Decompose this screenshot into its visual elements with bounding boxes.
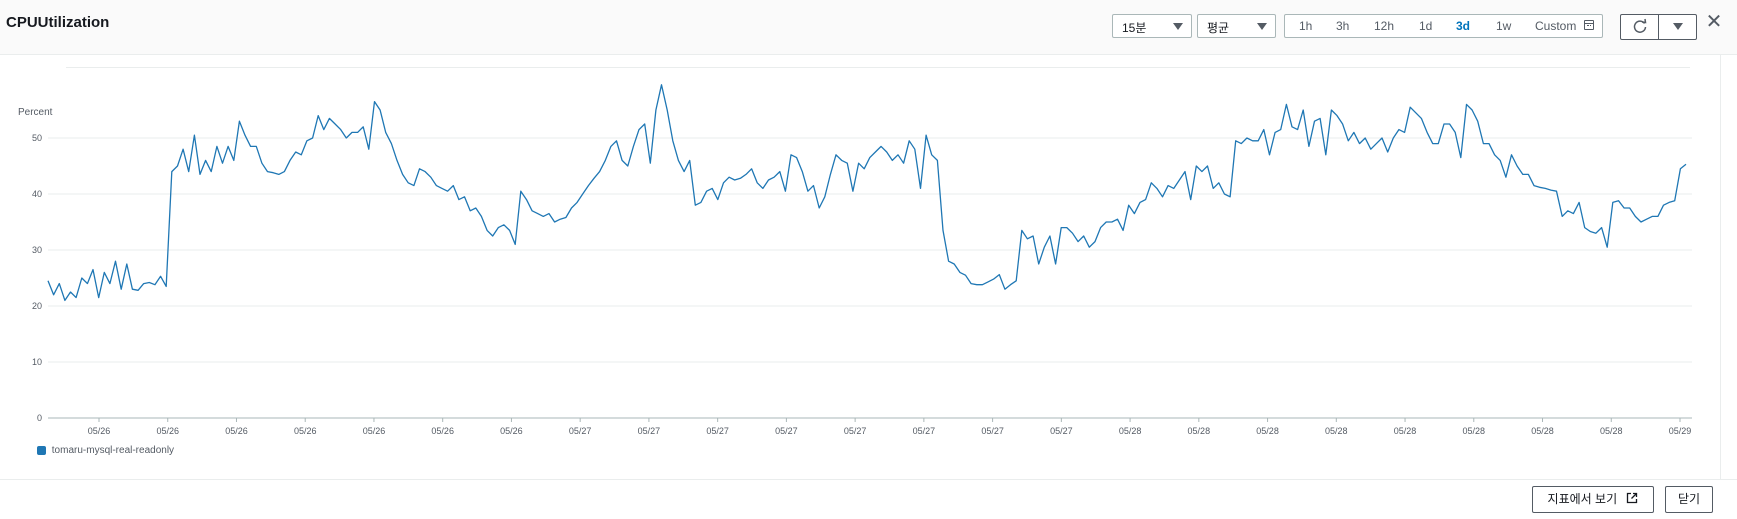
x-tick-label: 05/28: [1600, 426, 1623, 436]
x-tick-label: 05/28: [1531, 426, 1554, 436]
x-tick-label: 05/27: [706, 426, 729, 436]
y-tick-label: 30: [32, 245, 42, 255]
x-tick-label: 05/27: [1050, 426, 1073, 436]
y-tick-label: 50: [32, 133, 42, 143]
y-tick-label: 40: [32, 189, 42, 199]
y-tick-label: 0: [37, 413, 42, 423]
x-tick-label: 05/27: [569, 426, 592, 436]
legend[interactable]: tomaru-mysql-real-readonly: [37, 445, 174, 456]
x-tick-label: 05/26: [225, 426, 248, 436]
footer-divider: [0, 479, 1737, 480]
view-in-metrics-button[interactable]: 지표에서 보기: [1532, 486, 1654, 513]
x-tick-label: 05/26: [294, 426, 317, 436]
y-tick-label: 10: [32, 357, 42, 367]
x-tick-label: 05/26: [363, 426, 386, 436]
x-tick-label: 05/26: [88, 426, 111, 436]
x-tick-label: 05/27: [981, 426, 1004, 436]
x-tick-label: 05/28: [1119, 426, 1142, 436]
cpu-utilization-chart: 0 10 20 30 40 50 05/26 05/26 05/26 05/26 05/26 05/2…: [32, 84, 1692, 436]
view-in-metrics-label: 지표에서 보기: [1547, 492, 1618, 506]
x-tick-label: 05/28: [1256, 426, 1279, 436]
x-tick-label: 05/28: [1463, 426, 1486, 436]
y-tick-label: 20: [32, 301, 42, 311]
x-tick-label: 05/27: [844, 426, 867, 436]
close-button-label: 닫기: [1677, 492, 1701, 506]
x-tick-label: 05/28: [1325, 426, 1348, 436]
external-link-icon: [1627, 492, 1638, 504]
x-tick-label: 05/28: [1188, 426, 1211, 436]
x-tick-label: 05/26: [156, 426, 179, 436]
x-tick-label: 05/29: [1669, 426, 1692, 436]
x-tick-label: 05/27: [638, 426, 661, 436]
legend-swatch: [37, 445, 46, 455]
x-tick-label: 05/26: [500, 426, 523, 436]
x-tick-label: 05/27: [775, 426, 798, 436]
legend-series-name: tomaru-mysql-real-readonly: [51, 445, 175, 456]
series-line[interactable]: [47, 84, 1687, 302]
x-tick-label: 05/28: [1394, 426, 1417, 436]
x-tick-label: 05/26: [431, 426, 454, 436]
close-button[interactable]: 닫기: [1665, 486, 1713, 513]
x-tick-label: 05/27: [913, 426, 936, 436]
